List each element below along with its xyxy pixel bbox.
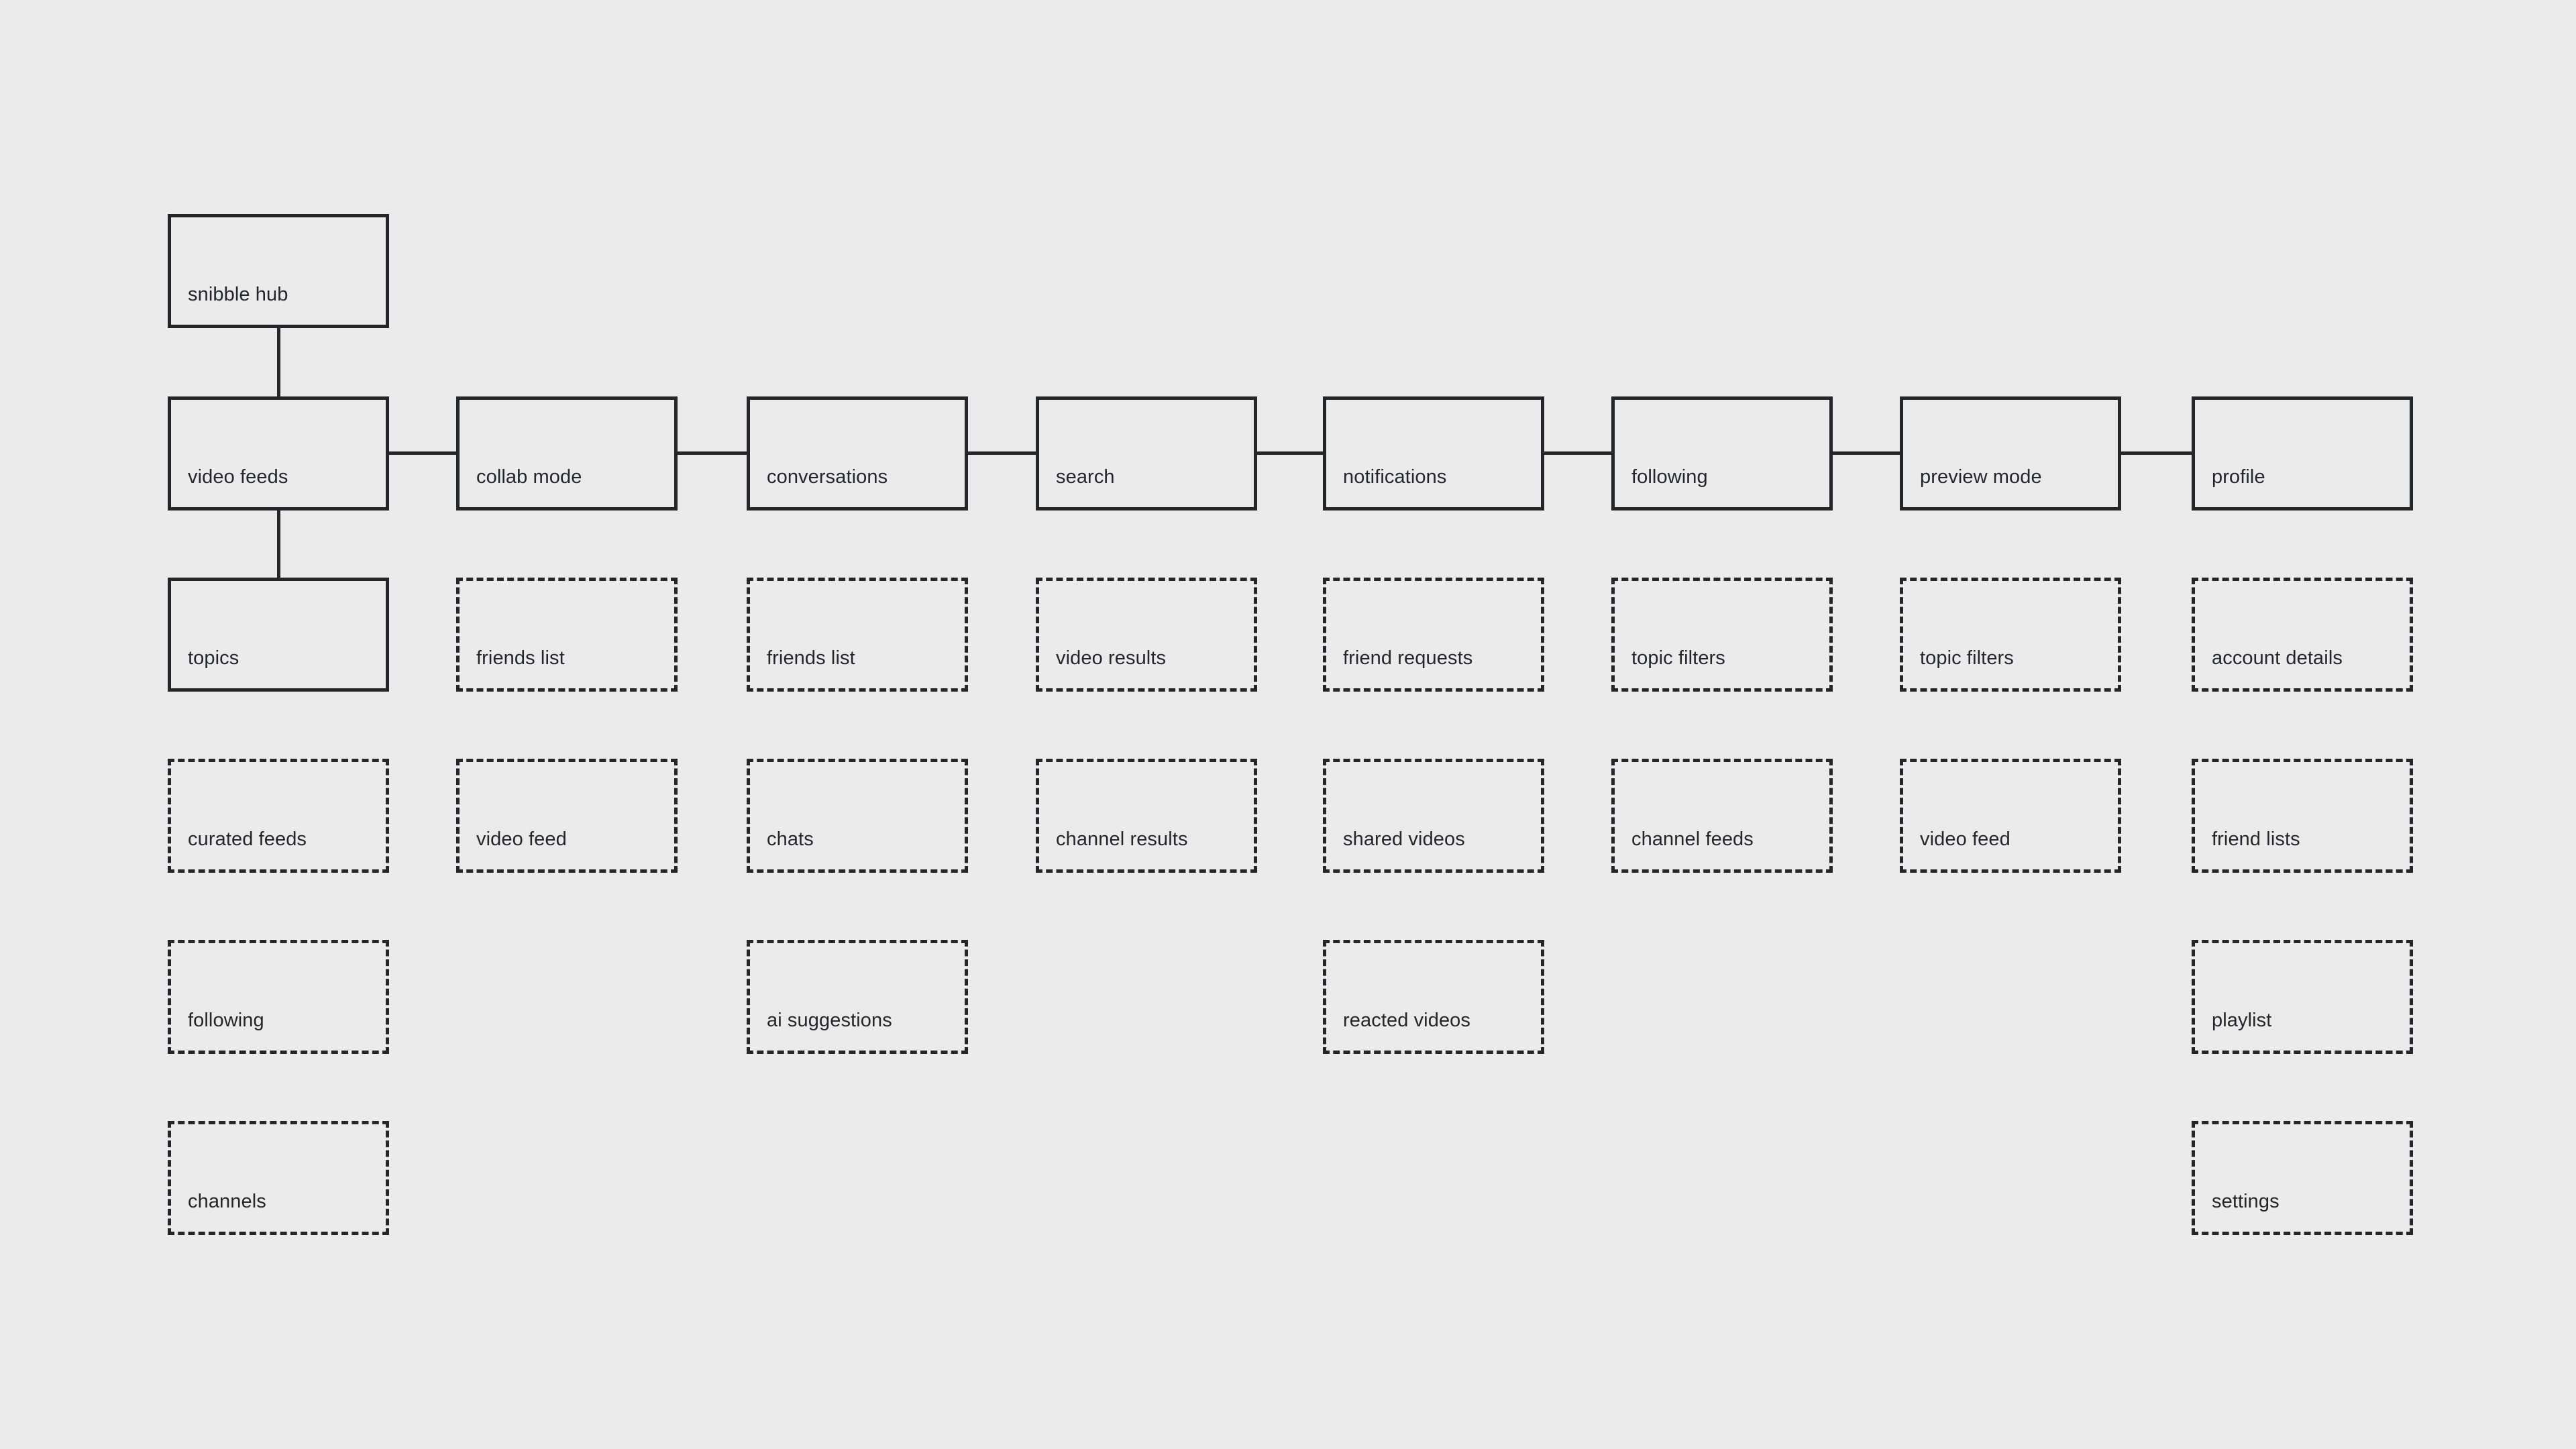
node-label: video results [1056,647,1167,669]
node-label: preview mode [1920,466,2042,488]
connector-root-to-video-feeds [277,328,280,396]
node-following-channel-feeds[interactable]: channel feeds [1611,759,1833,873]
connector-video-feeds-to-topics [277,508,280,578]
node-label: topic filters [1920,647,2014,669]
node-video-feeds-channels[interactable]: channels [168,1121,389,1235]
node-notifications-notifications[interactable]: notifications [1323,396,1544,511]
node-label: profile [2212,466,2265,488]
node-label: search [1056,466,1115,488]
node-search-channel-results[interactable]: channel results [1036,759,1257,873]
node-following-following[interactable]: following [1611,396,1833,511]
node-label: channel feeds [1631,828,1754,850]
node-label: conversations [767,466,888,488]
node-video-feeds-following[interactable]: following [168,940,389,1054]
node-preview-mode-preview-mode[interactable]: preview mode [1900,396,2121,511]
node-video-feeds-topics[interactable]: topics [168,578,389,692]
node-conversations-ai-suggestions[interactable]: ai suggestions [747,940,968,1054]
node-collab-mode-video-feed[interactable]: video feed [456,759,678,873]
node-profile-settings[interactable]: settings [2192,1121,2413,1235]
node-label: topics [188,647,239,669]
node-profile-profile[interactable]: profile [2192,396,2413,511]
node-following-topic-filters[interactable]: topic filters [1611,578,1833,692]
node-profile-playlist[interactable]: playlist [2192,940,2413,1054]
node-label: reacted videos [1343,1010,1471,1031]
node-label: ai suggestions [767,1010,892,1031]
node-video-feeds-curated-feeds[interactable]: curated feeds [168,759,389,873]
node-label: notifications [1343,466,1447,488]
node-label: channels [188,1191,266,1212]
node-notifications-shared-videos[interactable]: shared videos [1323,759,1544,873]
node-label: video feeds [188,466,288,488]
node-label: playlist [2212,1010,2272,1031]
node-profile-friend-lists[interactable]: friend lists [2192,759,2413,873]
node-label: channel results [1056,828,1188,850]
node-label: account details [2212,647,2343,669]
node-video-feeds-video-feeds[interactable]: video feeds [168,396,389,511]
node-notifications-reacted-videos[interactable]: reacted videos [1323,940,1544,1054]
node-search-video-results[interactable]: video results [1036,578,1257,692]
node-snibble-hub[interactable]: snibble hub [168,214,389,328]
node-conversations-chats[interactable]: chats [747,759,968,873]
node-search-search[interactable]: search [1036,396,1257,511]
node-label: friends list [476,647,565,669]
node-collab-mode-collab-mode[interactable]: collab mode [456,396,678,511]
node-collab-mode-friends-list[interactable]: friends list [456,578,678,692]
node-label: friend requests [1343,647,1473,669]
connector-notifications-to-following [1544,451,1611,455]
node-preview-mode-topic-filters[interactable]: topic filters [1900,578,2121,692]
connector-preview-mode-to-profile [2121,451,2192,455]
node-preview-mode-video-feed[interactable]: video feed [1900,759,2121,873]
node-notifications-friend-requests[interactable]: friend requests [1323,578,1544,692]
node-label: following [1631,466,1708,488]
node-label: collab mode [476,466,582,488]
connector-collab-mode-to-conversations [678,451,747,455]
node-label: video feed [1920,828,2010,850]
node-label: chats [767,828,814,850]
node-label: video feed [476,828,567,850]
sitemap-canvas: snibble hub video feeds topics curated feed… [0,0,2576,1449]
node-profile-account-details[interactable]: account details [2192,578,2413,692]
connector-video-feeds-to-collab-mode [389,451,456,455]
node-label: topic filters [1631,647,1725,669]
node-conversations-friends-list[interactable]: friends list [747,578,968,692]
node-label: curated feeds [188,828,307,850]
connector-search-to-notifications [1257,451,1323,455]
connector-conversations-to-search [968,451,1036,455]
node-label: snibble hub [188,284,288,305]
node-label: friend lists [2212,828,2300,850]
node-label: friends list [767,647,855,669]
node-label: shared videos [1343,828,1465,850]
node-label: settings [2212,1191,2279,1212]
node-label: following [188,1010,264,1031]
node-conversations-conversations[interactable]: conversations [747,396,968,511]
connector-following-to-preview-mode [1833,451,1900,455]
